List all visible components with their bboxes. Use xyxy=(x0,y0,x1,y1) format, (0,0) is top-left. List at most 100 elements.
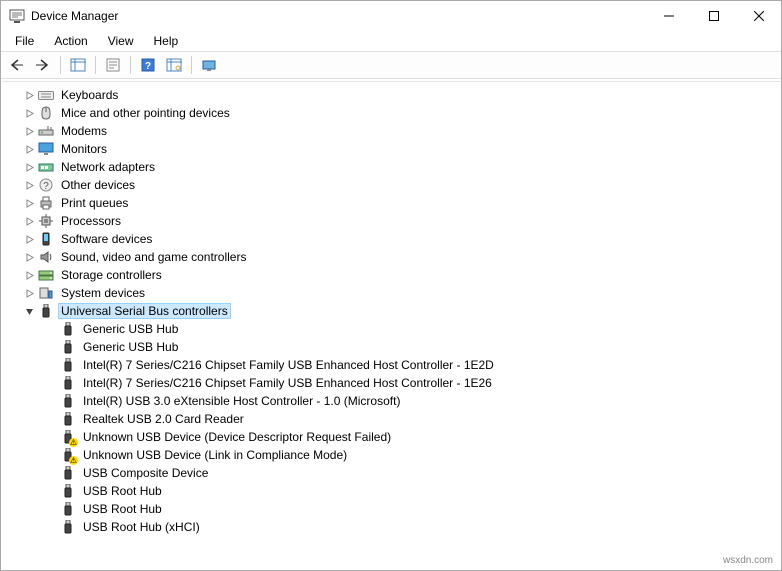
scan-button[interactable] xyxy=(162,54,186,76)
tree-category[interactable]: Modems xyxy=(2,122,780,140)
monitor-icon xyxy=(38,141,54,157)
tree-device[interactable]: USB Root Hub xyxy=(2,500,780,518)
window-title: Device Manager xyxy=(31,9,118,23)
chevron-right-icon[interactable] xyxy=(22,214,36,228)
menu-help[interactable]: Help xyxy=(146,33,187,49)
tree-category-label: Storage controllers xyxy=(58,267,165,283)
chevron-right-icon[interactable] xyxy=(22,124,36,138)
app-icon xyxy=(9,8,25,24)
forward-button[interactable] xyxy=(31,54,55,76)
help-button[interactable]: ? xyxy=(136,54,160,76)
tree-category[interactable]: Processors xyxy=(2,212,780,230)
usb-icon xyxy=(60,411,76,427)
toolbar-separator xyxy=(130,56,131,74)
cpu-icon xyxy=(38,213,54,229)
tree-category[interactable]: Universal Serial Bus controllers xyxy=(2,302,780,320)
toolbar-separator xyxy=(191,56,192,74)
chevron-right-icon[interactable] xyxy=(22,160,36,174)
usb-icon xyxy=(60,519,76,535)
tree-category-label: Software devices xyxy=(58,231,155,247)
chevron-down-icon[interactable] xyxy=(22,304,36,318)
tree-device-label: Generic USB Hub xyxy=(80,339,181,355)
tree-category[interactable]: Software devices xyxy=(2,230,780,248)
menu-file[interactable]: File xyxy=(7,33,42,49)
tree-device[interactable]: Intel(R) 7 Series/C216 Chipset Family US… xyxy=(2,374,780,392)
tree-category[interactable]: System devices xyxy=(2,284,780,302)
tree-device[interactable]: USB Root Hub xyxy=(2,482,780,500)
tree-category[interactable]: Sound, video and game controllers xyxy=(2,248,780,266)
chevron-right-icon[interactable] xyxy=(22,196,36,210)
chevron-right-icon[interactable] xyxy=(22,178,36,192)
tree-device-label: USB Composite Device xyxy=(80,465,211,481)
tree-device[interactable]: Generic USB Hub xyxy=(2,320,780,338)
tree-device-label: Intel(R) USB 3.0 eXtensible Host Control… xyxy=(80,393,403,409)
tree-device-label: Unknown USB Device (Link in Compliance M… xyxy=(80,447,350,463)
usb-icon xyxy=(60,501,76,517)
tree-category[interactable]: Mice and other pointing devices xyxy=(2,104,780,122)
tree-category[interactable]: Print queues xyxy=(2,194,780,212)
device-tree-scroll[interactable]: KeyboardsMice and other pointing devices… xyxy=(2,81,780,548)
modem-icon xyxy=(38,123,54,139)
keyboard-icon xyxy=(38,87,54,103)
chevron-right-icon[interactable] xyxy=(22,142,36,156)
tree-category-label: Processors xyxy=(58,213,124,229)
tree-category[interactable]: Network adapters xyxy=(2,158,780,176)
chevron-right-icon[interactable] xyxy=(22,106,36,120)
tree-device[interactable]: Realtek USB 2.0 Card Reader xyxy=(2,410,780,428)
device-tree: KeyboardsMice and other pointing devices… xyxy=(2,82,780,540)
svg-text:?: ? xyxy=(145,61,151,72)
tree-category[interactable]: Keyboards xyxy=(2,86,780,104)
mouse-icon xyxy=(38,105,54,121)
printer-icon xyxy=(38,195,54,211)
tree-device-label: Generic USB Hub xyxy=(80,321,181,337)
tree-category-label: System devices xyxy=(58,285,148,301)
usb-icon xyxy=(60,321,76,337)
toolbar-separator xyxy=(95,56,96,74)
properties-button[interactable] xyxy=(101,54,125,76)
usb-icon xyxy=(60,483,76,499)
sound-icon xyxy=(38,249,54,265)
tree-category-label: Keyboards xyxy=(58,87,121,103)
tree-category[interactable]: Storage controllers xyxy=(2,266,780,284)
scan-hardware-button[interactable] xyxy=(197,54,221,76)
menu-action[interactable]: Action xyxy=(46,33,95,49)
minimize-button[interactable] xyxy=(646,1,691,31)
chevron-right-icon[interactable] xyxy=(22,88,36,102)
chevron-right-icon[interactable] xyxy=(22,286,36,300)
toolbar-separator xyxy=(60,56,61,74)
window-controls xyxy=(646,1,781,31)
network-icon xyxy=(38,159,54,175)
chevron-right-icon[interactable] xyxy=(22,232,36,246)
tree-device[interactable]: Intel(R) 7 Series/C216 Chipset Family US… xyxy=(2,356,780,374)
tree-category[interactable]: Monitors xyxy=(2,140,780,158)
tree-device-label: USB Root Hub xyxy=(80,483,165,499)
tree-device[interactable]: USB Root Hub (xHCI) xyxy=(2,518,780,536)
usb-icon xyxy=(38,303,54,319)
tree-device[interactable]: Intel(R) USB 3.0 eXtensible Host Control… xyxy=(2,392,780,410)
maximize-button[interactable] xyxy=(691,1,736,31)
chevron-right-icon[interactable] xyxy=(22,250,36,264)
tree-category-label: Modems xyxy=(58,123,110,139)
usb-icon xyxy=(60,429,76,445)
toolbar: ? xyxy=(1,51,781,79)
svg-text:?: ? xyxy=(43,181,49,192)
menu-view[interactable]: View xyxy=(100,33,142,49)
back-button[interactable] xyxy=(5,54,29,76)
tree-category-label: Universal Serial Bus controllers xyxy=(58,303,231,319)
tree-device[interactable]: Unknown USB Device (Device Descriptor Re… xyxy=(2,428,780,446)
watermark: wsxdn.com xyxy=(723,550,773,570)
tree-device-label: Unknown USB Device (Device Descriptor Re… xyxy=(80,429,394,445)
chevron-right-icon[interactable] xyxy=(22,268,36,282)
usb-icon xyxy=(60,357,76,373)
tree-device[interactable]: USB Composite Device xyxy=(2,464,780,482)
tree-category-label: Sound, video and game controllers xyxy=(58,249,249,265)
usb-icon xyxy=(60,447,76,463)
tree-device[interactable]: Unknown USB Device (Link in Compliance M… xyxy=(2,446,780,464)
show-hide-tree-button[interactable] xyxy=(66,54,90,76)
tree-device[interactable]: Generic USB Hub xyxy=(2,338,780,356)
tree-device-label: Intel(R) 7 Series/C216 Chipset Family US… xyxy=(80,375,495,391)
system-icon xyxy=(38,285,54,301)
close-button[interactable] xyxy=(736,1,781,31)
tree-category[interactable]: ?Other devices xyxy=(2,176,780,194)
storage-icon xyxy=(38,267,54,283)
